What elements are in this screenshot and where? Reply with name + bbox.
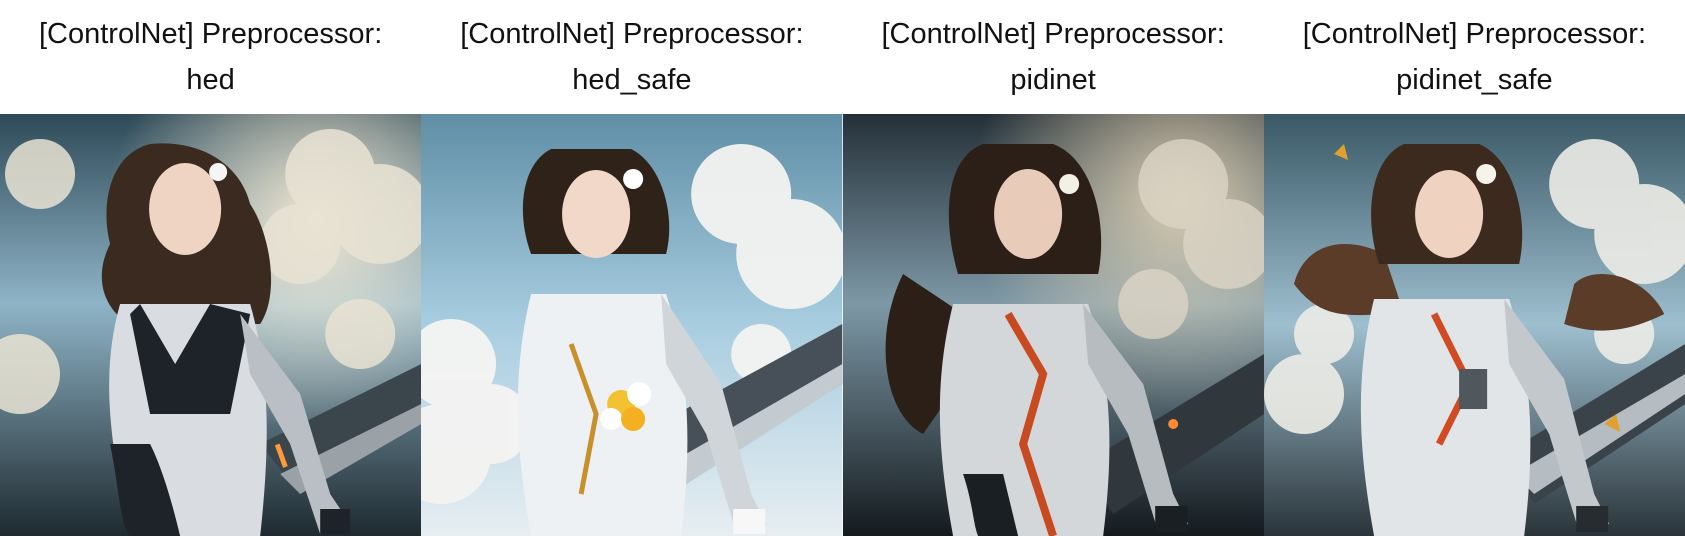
caption-line-2: pidinet: [1010, 64, 1096, 96]
panel-hed-safe: [ControlNet] Preprocessor: hed_safe: [421, 0, 843, 536]
generated-image-pidinet: [842, 114, 1264, 536]
caption-line-2: hed_safe: [572, 64, 692, 96]
caption-line-1: [ControlNet] Preprocessor:: [38, 18, 383, 50]
panel-caption: [ControlNet] Preprocessor: hed: [0, 0, 422, 114]
glove: [1575, 506, 1608, 532]
caption-line-1: [ControlNet] Preprocessor:: [460, 18, 804, 50]
generated-image-pidinet-safe: [1263, 114, 1685, 536]
face: [149, 163, 222, 255]
caption-line-1: [ControlNet] Preprocessor:: [1302, 18, 1647, 50]
panel-caption: [ControlNet] Preprocessor: pidinet_safe: [1263, 0, 1685, 114]
preprocessor-comparison-grid: [ControlNet] Preprocessor: hed [ControlN…: [0, 0, 1685, 536]
face: [1414, 170, 1483, 258]
hair-flower: [623, 169, 644, 189]
illustration: [1263, 114, 1685, 536]
pouch: [1458, 369, 1487, 409]
glove: [320, 509, 351, 534]
illustration: [0, 114, 422, 536]
hair-flower: [1475, 164, 1496, 184]
panel-caption: [ControlNet] Preprocessor: pidinet: [842, 0, 1264, 114]
face: [993, 169, 1062, 259]
illustration: [421, 114, 843, 536]
caption-line-2: hed: [186, 64, 235, 96]
hair-flower: [209, 163, 228, 181]
glove: [733, 509, 766, 534]
glove: [1154, 506, 1187, 532]
caption-line-1: [ControlNet] Preprocessor:: [881, 18, 1225, 50]
caption-line-2: pidinet_safe: [1396, 64, 1553, 96]
hair-flower: [1058, 174, 1079, 194]
ember: [1167, 419, 1178, 429]
panel-pidinet-safe: [ControlNet] Preprocessor: pidinet_safe: [1263, 0, 1685, 536]
panel-hed: [ControlNet] Preprocessor: hed: [0, 0, 422, 536]
panel-pidinet: [ControlNet] Preprocessor: pidinet: [842, 0, 1264, 536]
illustration: [842, 114, 1264, 536]
face: [562, 170, 631, 258]
generated-image-hed-safe: [421, 114, 843, 536]
panel-caption: [ControlNet] Preprocessor: hed_safe: [421, 0, 843, 114]
generated-image-hed: [0, 114, 422, 536]
